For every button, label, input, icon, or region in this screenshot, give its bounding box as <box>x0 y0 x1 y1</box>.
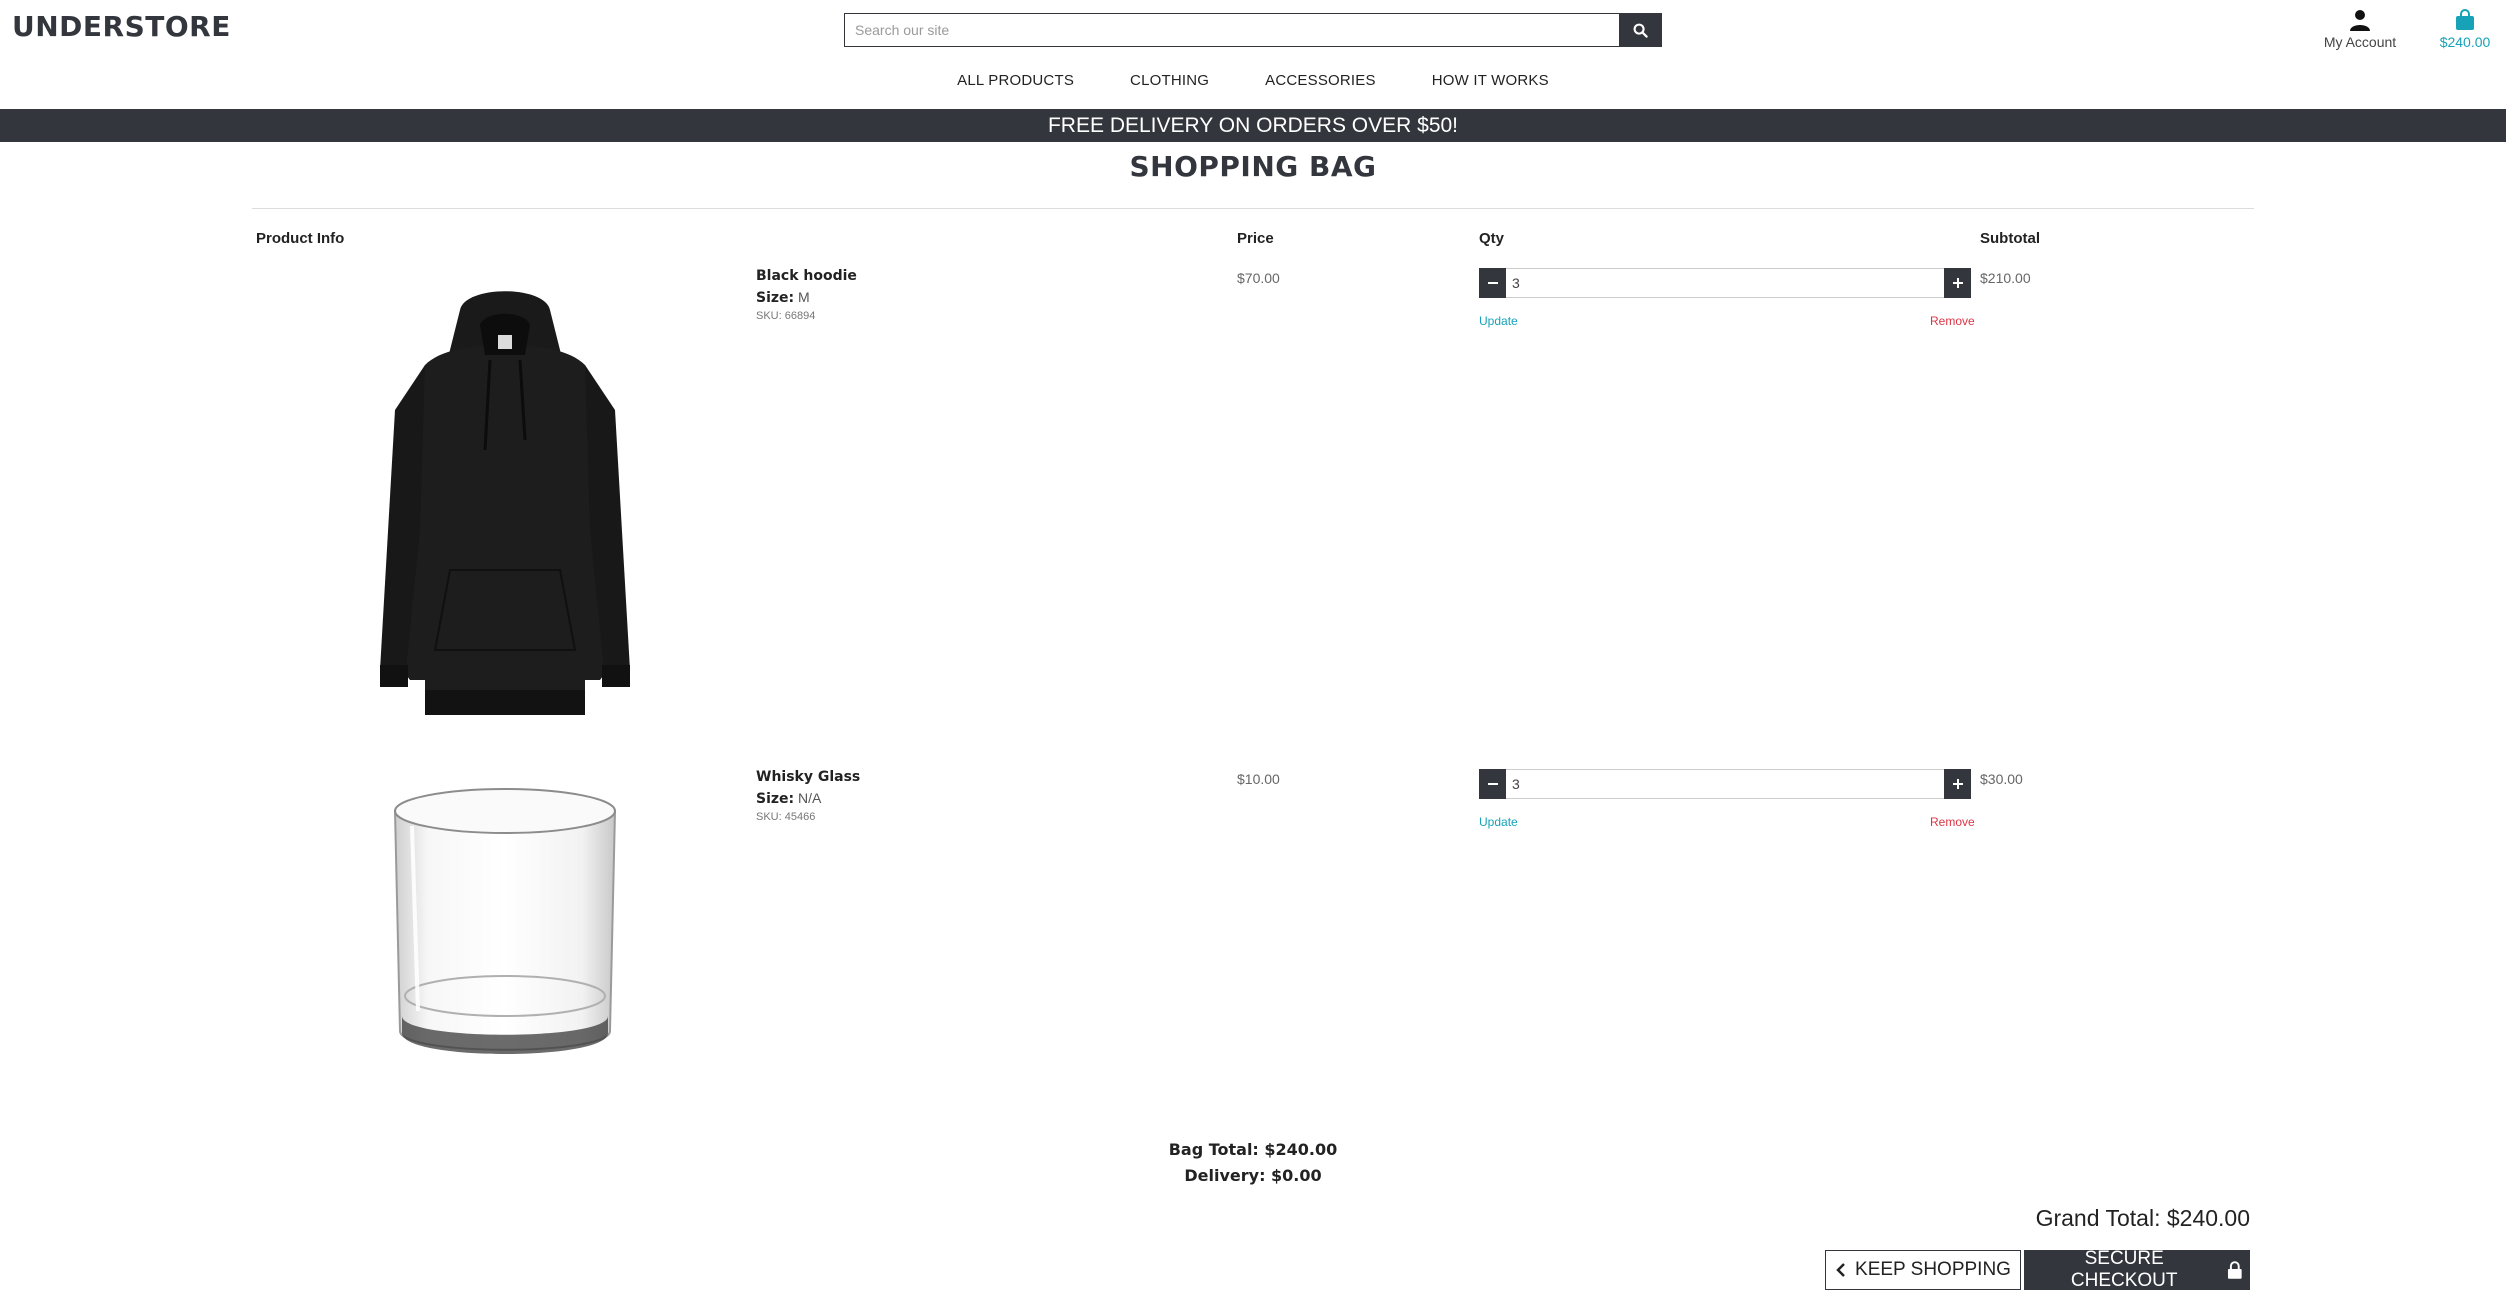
header-price: Price <box>1237 230 1274 247</box>
whisky-glass-image <box>393 788 617 1054</box>
product-name: Black hoodie <box>756 268 857 284</box>
product-sku: SKU: 66894 <box>756 310 816 322</box>
nav-how-it-works[interactable]: HOW IT WORKS <box>1404 72 1577 89</box>
nav-accessories[interactable]: ACCESSORIES <box>1237 72 1404 89</box>
update-link[interactable]: Update <box>1479 815 1518 829</box>
search-button[interactable] <box>1619 13 1662 47</box>
minus-icon <box>1487 783 1498 785</box>
plus-icon <box>1952 278 1963 288</box>
grand-total: Grand Total: $240.00 <box>2035 1205 2250 1231</box>
black-hoodie-image <box>380 291 630 715</box>
promo-banner: FREE DELIVERY ON ORDERS OVER $50! <box>0 109 2506 142</box>
nav-all-products[interactable]: ALL PRODUCTS <box>929 72 1102 89</box>
product-sku: SKU: 45466 <box>756 811 816 823</box>
keep-shopping-label: KEEP SHOPPING <box>1855 1259 2011 1280</box>
nav-clothing[interactable]: CLOTHING <box>1102 72 1237 89</box>
keep-shopping-button[interactable]: KEEP SHOPPING <box>1825 1250 2021 1290</box>
user-icon <box>2350 10 2370 31</box>
page-title: SHOPPING BAG <box>1129 150 1377 183</box>
size-label: Size: <box>756 791 795 807</box>
shopping-bag-icon <box>2456 9 2474 30</box>
product-name: Whisky Glass <box>756 769 861 785</box>
quantity-input[interactable] <box>1506 268 1944 298</box>
search-bar <box>844 13 1662 47</box>
search-input[interactable] <box>844 13 1619 47</box>
quantity-stepper <box>1479 268 1971 298</box>
size-value: N/A <box>798 790 822 806</box>
bag-total: Bag Total: $240.00 <box>1168 1140 1338 1159</box>
delivery-cost: Delivery: $0.00 <box>1184 1166 1322 1185</box>
decrement-button[interactable] <box>1479 769 1506 799</box>
my-account-link[interactable]: My Account <box>2310 8 2410 50</box>
increment-button[interactable] <box>1944 268 1971 298</box>
title-divider <box>252 208 2254 209</box>
product-size: Size: N/A <box>756 790 821 807</box>
chevron-left-icon <box>1836 1263 1845 1277</box>
header-qty: Qty <box>1479 230 1505 247</box>
product-size: Size: M <box>756 289 810 306</box>
site-logo[interactable]: UNDERSTORE <box>12 10 231 43</box>
size-value: M <box>798 289 810 305</box>
decrement-button[interactable] <box>1479 268 1506 298</box>
product-subtotal: $210.00 <box>1980 270 2031 286</box>
increment-button[interactable] <box>1944 769 1971 799</box>
secure-checkout-button[interactable]: SECURE CHECKOUT <box>2024 1248 2250 1291</box>
bag-total-label: $240.00 <box>2439 34 2491 50</box>
secure-checkout-label: SECURE CHECKOUT <box>2070 1248 2178 1291</box>
main-nav: ALL PRODUCTS CLOTHING ACCESSORIES HOW IT… <box>0 72 2506 89</box>
update-link[interactable]: Update <box>1479 314 1518 328</box>
product-subtotal: $30.00 <box>1980 771 2023 787</box>
minus-icon <box>1487 282 1498 284</box>
shopping-bag-link[interactable]: $240.00 <box>2430 8 2500 50</box>
header-subtotal: Subtotal <box>1980 230 2040 247</box>
remove-link[interactable]: Remove <box>1930 815 1975 829</box>
product-price: $70.00 <box>1237 270 1280 286</box>
quantity-stepper <box>1479 769 1971 799</box>
lock-icon <box>2228 1261 2243 1279</box>
search-icon <box>1633 23 1648 38</box>
quantity-input[interactable] <box>1506 769 1944 799</box>
header-product-info: Product Info <box>256 230 345 247</box>
my-account-label: My Account <box>2323 34 2397 50</box>
product-price: $10.00 <box>1237 771 1280 787</box>
size-label: Size: <box>756 290 795 306</box>
remove-link[interactable]: Remove <box>1930 314 1975 328</box>
plus-icon <box>1952 779 1963 789</box>
